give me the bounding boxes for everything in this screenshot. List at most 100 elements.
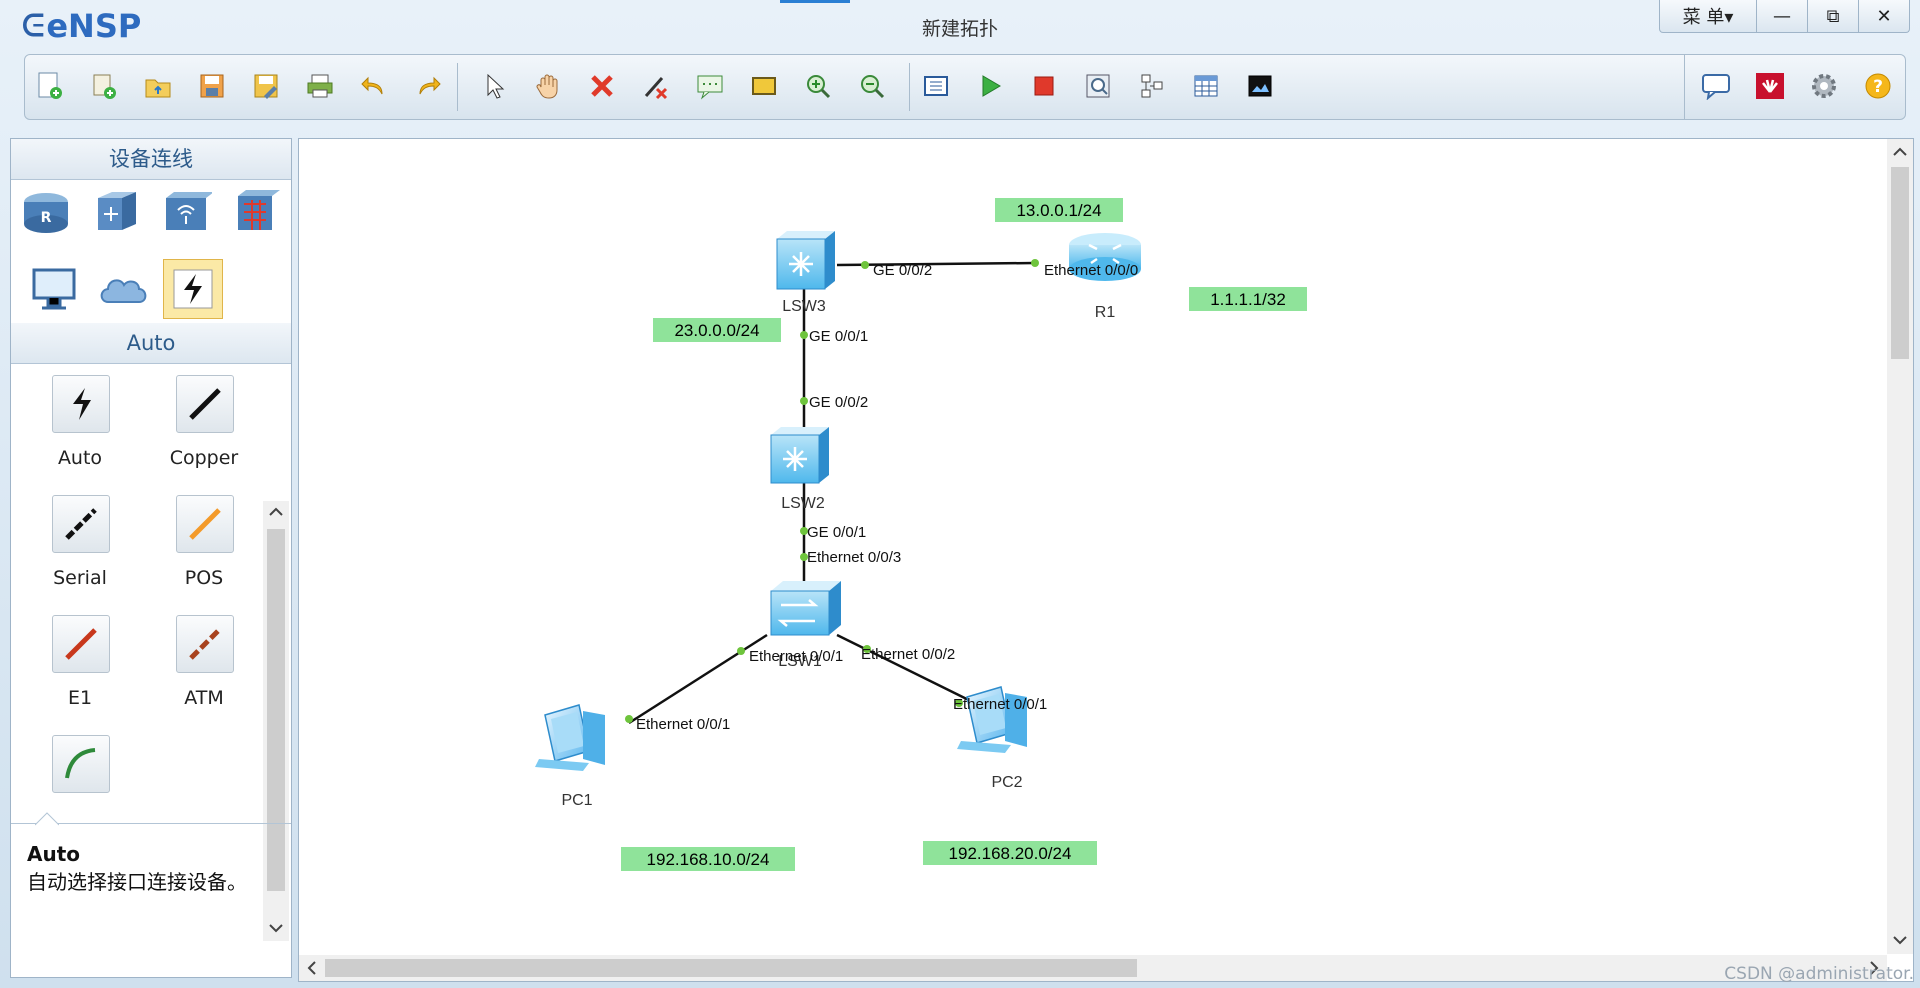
copper-cable[interactable]: Copper bbox=[149, 375, 259, 485]
auto-cable[interactable]: Auto bbox=[25, 375, 135, 485]
print-icon[interactable] bbox=[303, 69, 337, 103]
port-dot bbox=[737, 647, 745, 655]
net-label-10[interactable]: 192.168.10.0/24 bbox=[647, 850, 770, 869]
link-lsw1-pc1[interactable] bbox=[628, 633, 768, 725]
port-dot bbox=[1031, 259, 1039, 267]
title-bar: ᕮ eNSP 新建拓扑 菜 单▾ — ⧉ ✕ bbox=[0, 0, 1920, 52]
toolbar-separator bbox=[457, 63, 458, 111]
ensp-logo-icon: ᕮ bbox=[22, 8, 45, 44]
toolbar-separator bbox=[909, 63, 910, 111]
e1-cable-icon bbox=[52, 615, 110, 673]
start-device-icon[interactable] bbox=[973, 69, 1007, 103]
undo-icon[interactable] bbox=[357, 69, 391, 103]
net-label-23[interactable]: 23.0.0.0/24 bbox=[674, 321, 759, 340]
description-text: 自动选择接口连接设备。 bbox=[27, 870, 247, 894]
devices-panel-title: 设备连线 bbox=[11, 139, 291, 180]
copper-cable-icon bbox=[176, 375, 234, 433]
feedback-icon[interactable] bbox=[1699, 69, 1733, 103]
net-label-13[interactable]: 13.0.0.1/24 bbox=[1016, 201, 1101, 220]
menu-button[interactable]: 菜 单▾ bbox=[1659, 0, 1757, 33]
firewall-category-icon[interactable] bbox=[227, 183, 285, 241]
stop-device-icon[interactable] bbox=[1027, 69, 1061, 103]
canvas-horizontal-scrollbar[interactable] bbox=[299, 955, 1887, 981]
drag-hand-icon[interactable] bbox=[531, 69, 565, 103]
auto-cable-icon bbox=[52, 375, 110, 433]
rectangle-icon[interactable] bbox=[747, 69, 781, 103]
delete-icon[interactable] bbox=[585, 69, 619, 103]
cloud-category-icon[interactable] bbox=[95, 259, 153, 317]
cables-panel-title: Auto bbox=[11, 323, 291, 364]
zoom-out-icon[interactable] bbox=[855, 69, 889, 103]
net-label-20[interactable]: 192.168.20.0/24 bbox=[949, 844, 1072, 863]
open-icon[interactable] bbox=[141, 69, 175, 103]
port-label: Ethernet 0/0/1 bbox=[749, 648, 843, 665]
device-lsw3[interactable]: LSW3 bbox=[776, 231, 835, 315]
topology-canvas[interactable]: 13.0.0.1/24 1.1.1.1/32 23.0.0.0/24 192.1… bbox=[298, 138, 1914, 982]
switch-category-icon[interactable] bbox=[87, 183, 145, 241]
device-lsw2[interactable]: LSW2 bbox=[770, 427, 829, 512]
help-icon[interactable]: ? bbox=[1861, 69, 1895, 103]
port-label: GE 0/0/2 bbox=[873, 262, 932, 279]
delete-links-icon[interactable] bbox=[639, 69, 673, 103]
toolbar-right-group: ? bbox=[1684, 55, 1905, 119]
topology-tree-icon[interactable] bbox=[1135, 69, 1169, 103]
close-button[interactable]: ✕ bbox=[1859, 0, 1910, 33]
watermark: CSDN @administrator. bbox=[1724, 964, 1914, 984]
pos-cable-icon bbox=[176, 495, 234, 553]
svg-text:?: ? bbox=[1873, 77, 1883, 97]
window-title: 新建拓扑 bbox=[921, 18, 998, 40]
wireless-category-icon[interactable] bbox=[157, 183, 215, 241]
topology-graph[interactable]: 13.0.0.1/24 1.1.1.1/32 23.0.0.0/24 192.1… bbox=[299, 139, 1887, 954]
port-label: Ethernet 0/0/3 bbox=[807, 549, 901, 566]
router-category-icon[interactable]: R bbox=[17, 183, 75, 241]
settings-gear-icon[interactable] bbox=[1807, 69, 1841, 103]
port-label: Ethernet 0/0/1 bbox=[636, 716, 730, 733]
serial-cable[interactable]: Serial bbox=[25, 495, 135, 605]
cable-label: ATM bbox=[184, 687, 224, 709]
capture-data-icon[interactable] bbox=[1081, 69, 1115, 103]
pos-cable[interactable]: POS bbox=[149, 495, 259, 605]
restore-size-icon[interactable] bbox=[919, 69, 953, 103]
minimize-button[interactable]: — bbox=[1757, 0, 1808, 33]
network-labels: 13.0.0.1/24 1.1.1.1/32 23.0.0.0/24 192.1… bbox=[621, 198, 1307, 871]
select-pointer-icon[interactable] bbox=[477, 69, 511, 103]
show-interfaces-icon[interactable] bbox=[1189, 69, 1223, 103]
cable-category-icon[interactable] bbox=[163, 259, 223, 319]
device-label: PC2 bbox=[991, 774, 1022, 791]
canvas-vertical-scrollbar[interactable] bbox=[1887, 139, 1913, 954]
cable-label: POS bbox=[184, 567, 224, 589]
description-title: Auto bbox=[27, 842, 81, 866]
logo-text: eNSP bbox=[46, 7, 142, 45]
text-comment-icon[interactable] bbox=[693, 69, 727, 103]
palette-icon[interactable] bbox=[1243, 69, 1277, 103]
atm-cable[interactable]: ATM bbox=[149, 615, 259, 725]
e1-cable[interactable]: E1 bbox=[25, 615, 135, 725]
port-dot bbox=[861, 261, 869, 269]
pc-category-icon[interactable] bbox=[25, 259, 83, 317]
save-as-icon[interactable] bbox=[249, 69, 283, 103]
net-label-1[interactable]: 1.1.1.1/32 bbox=[1210, 290, 1286, 309]
restore-button[interactable]: ⧉ bbox=[1808, 0, 1859, 33]
zoom-in-icon[interactable] bbox=[801, 69, 835, 103]
window-controls: 菜 单▾ — ⧉ ✕ bbox=[1659, 0, 1910, 34]
cable-label: Copper bbox=[169, 447, 239, 469]
huawei-logo-icon[interactable] bbox=[1753, 69, 1787, 103]
save-icon[interactable] bbox=[195, 69, 229, 103]
device-label: R1 bbox=[1095, 304, 1116, 321]
app-logo: ᕮ eNSP bbox=[22, 7, 142, 45]
port-label: Ethernet 0/0/0 bbox=[1044, 262, 1138, 279]
ensp-window: ᕮ eNSP 新建拓扑 菜 单▾ — ⧉ ✕ ? 设备连线 R Auto Aut… bbox=[0, 0, 1920, 988]
device-pc1[interactable]: PC1 bbox=[535, 704, 605, 809]
port-label: Ethernet 0/0/2 bbox=[861, 646, 955, 663]
serial-cable-icon bbox=[52, 495, 110, 553]
new-example-icon[interactable] bbox=[87, 69, 121, 103]
device-label: LSW3 bbox=[782, 298, 826, 315]
cable-label: Serial bbox=[53, 567, 107, 589]
ctl-cable[interactable] bbox=[25, 735, 135, 797]
port-label: GE 0/0/2 bbox=[809, 394, 868, 411]
redo-icon[interactable] bbox=[411, 69, 445, 103]
port-dot bbox=[800, 331, 808, 339]
ctl-cable-icon bbox=[52, 735, 110, 793]
new-topology-icon[interactable] bbox=[33, 69, 67, 103]
description-box: Auto 自动选择接口连接设备。 bbox=[11, 812, 291, 978]
